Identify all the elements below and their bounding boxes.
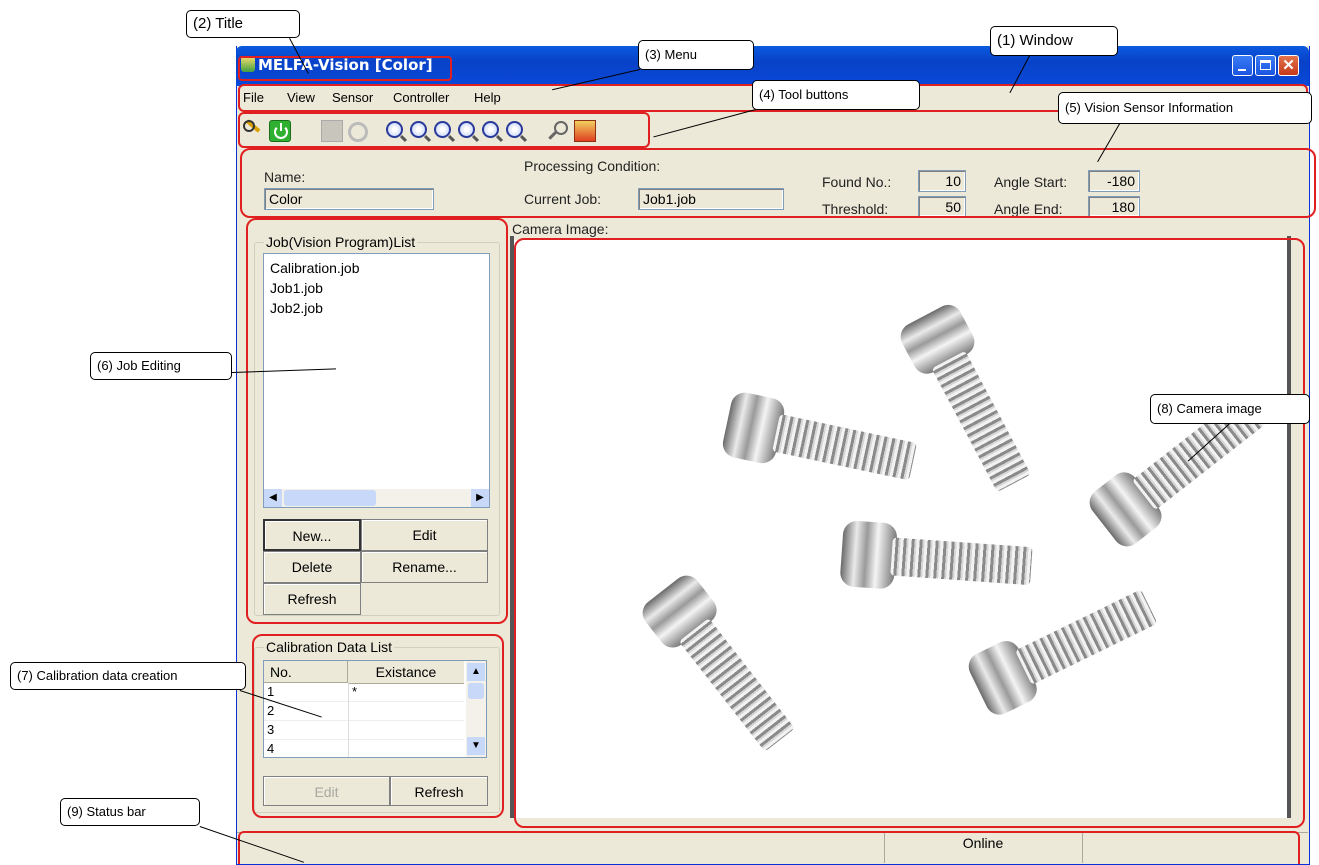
callout-status-bar: (9) Status bar [60,798,200,826]
callout-window: (1) Window [990,26,1118,56]
annotation-box-job-editing [246,218,508,624]
callout-job-editing: (6) Job Editing [90,352,232,380]
close-icon[interactable]: ✕ [1278,55,1299,76]
annotation-box-calibration [252,634,504,818]
annotation-box-sensor-info [240,148,1316,218]
callout-menu: (3) Menu [638,40,754,70]
callout-camera-image: (8) Camera image [1150,394,1310,424]
minimize-icon[interactable] [1232,55,1253,76]
callout-calibration: (7) Calibration data creation [10,662,246,690]
maximize-icon[interactable] [1255,55,1276,76]
camera-image-label: Camera Image: [512,221,609,237]
annotation-box-title [238,56,452,81]
annotation-box-toolbar [238,112,650,148]
annotation-box-status [238,831,1300,864]
callout-title: (2) Title [186,10,300,38]
callout-sensor-info: (5) Vision Sensor Information [1058,92,1312,124]
annotation-box-camera [514,238,1305,828]
callout-tool-buttons: (4) Tool buttons [752,80,920,110]
